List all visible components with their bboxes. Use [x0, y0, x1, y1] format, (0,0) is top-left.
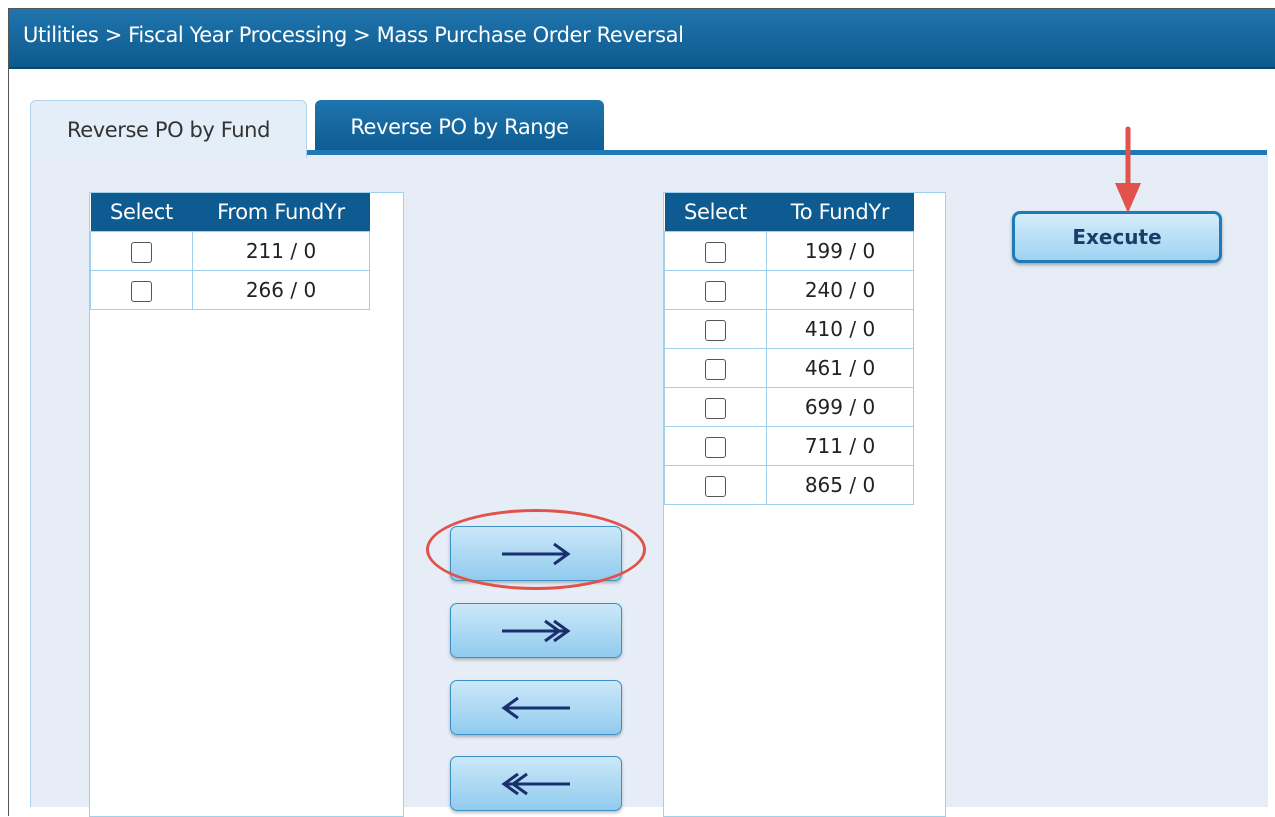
row-checkbox[interactable] [705, 281, 726, 302]
table-row: 711 / 0 [664, 426, 914, 466]
table-row: 410 / 0 [664, 309, 914, 349]
from-fundyr-column-header: From FundYr [192, 193, 370, 232]
to-fund-table: Select To FundYr 199 / 0 240 / 0 410 / 0… [664, 193, 914, 505]
row-checkbox[interactable] [705, 476, 726, 497]
execute-button[interactable]: Execute [1012, 211, 1222, 263]
annotation-highlight-ellipse [426, 509, 646, 590]
fund-year-value: 865 / 0 [766, 465, 914, 505]
annotation-arrow-icon [1115, 126, 1141, 213]
table-row: 211 / 0 [90, 231, 370, 271]
row-checkbox[interactable] [705, 359, 726, 380]
select-column-header: Select [664, 193, 767, 232]
tab-reverse-po-by-range[interactable]: Reverse PO by Range [315, 100, 604, 154]
move-all-right-button[interactable] [450, 603, 622, 658]
to-fundyr-column-header: To FundYr [766, 193, 914, 232]
row-checkbox[interactable] [705, 320, 726, 341]
to-fund-listbox[interactable]: Select To FundYr 199 / 0 240 / 0 410 / 0… [663, 192, 946, 817]
select-column-header: Select [90, 193, 193, 232]
fund-year-value: 240 / 0 [766, 270, 914, 310]
arrow-left-icon [501, 696, 570, 719]
table-row: 240 / 0 [664, 270, 914, 310]
fund-year-value: 410 / 0 [766, 309, 914, 349]
move-selected-left-button[interactable] [450, 680, 622, 735]
table-row: 266 / 0 [90, 270, 370, 310]
double-arrow-right-icon [502, 619, 571, 642]
breadcrumb: Utilities > Fiscal Year Processing > Mas… [23, 23, 684, 47]
fund-year-value: 711 / 0 [766, 426, 914, 466]
double-arrow-left-icon [501, 772, 570, 795]
row-checkbox[interactable] [131, 281, 152, 302]
table-row: 865 / 0 [664, 465, 914, 505]
row-checkbox[interactable] [131, 242, 152, 263]
table-row: 461 / 0 [664, 348, 914, 388]
fund-year-value: 211 / 0 [192, 231, 370, 271]
row-checkbox[interactable] [705, 437, 726, 458]
from-fund-table: Select From FundYr 211 / 0 266 / 0 [90, 193, 370, 310]
fund-year-value: 199 / 0 [766, 231, 914, 271]
move-all-left-button[interactable] [450, 756, 622, 811]
row-checkbox[interactable] [705, 242, 726, 263]
fund-year-value: 266 / 0 [192, 270, 370, 310]
tab-reverse-po-by-fund[interactable]: Reverse PO by Fund [30, 100, 307, 158]
from-fund-listbox[interactable]: Select From FundYr 211 / 0 266 / 0 [89, 192, 404, 817]
table-row: 199 / 0 [664, 231, 914, 271]
fund-year-value: 699 / 0 [766, 387, 914, 427]
row-checkbox[interactable] [705, 398, 726, 419]
fund-year-value: 461 / 0 [766, 348, 914, 388]
title-bar: Utilities > Fiscal Year Processing > Mas… [9, 9, 1275, 69]
table-row: 699 / 0 [664, 387, 914, 427]
